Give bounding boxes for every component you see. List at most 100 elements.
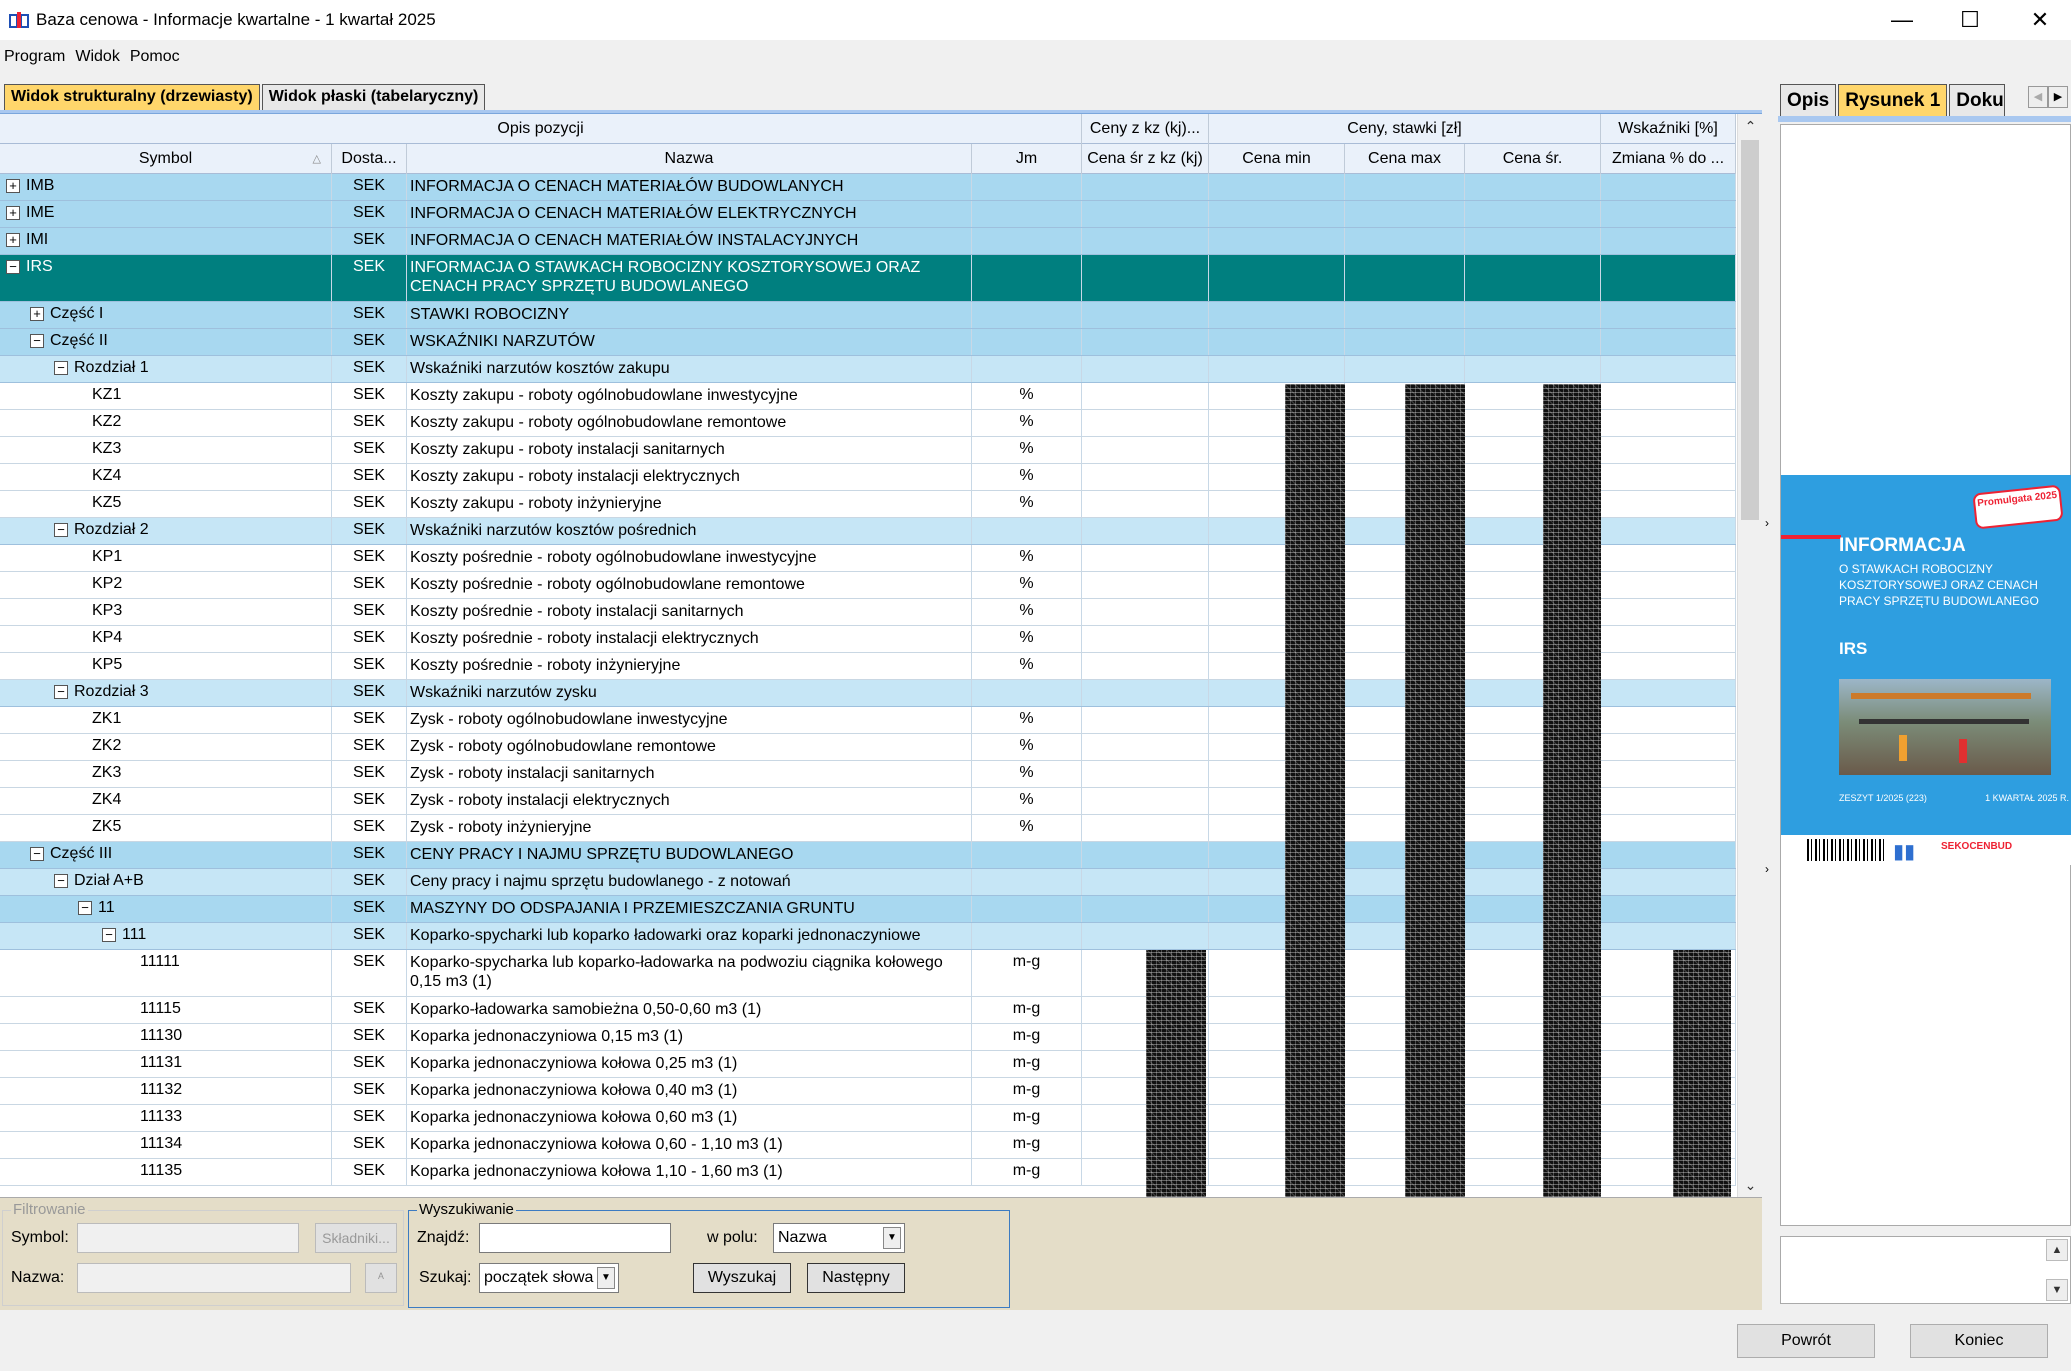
expand-icon[interactable]: + [6,206,20,220]
search-mode-select[interactable]: początek słowa ▼ [479,1263,619,1293]
tree-group-row[interactable]: + IME SEK INFORMACJA O CENACH MATERIAŁÓW EL… [0,201,1736,228]
filter-symbol-input[interactable] [77,1223,299,1253]
filter-name-input[interactable] [77,1263,351,1293]
row-supplier: SEK [332,599,407,625]
column-price-avg[interactable]: Cena śr. [1465,144,1601,174]
tab-scroll-left-icon[interactable]: ◀ [2028,86,2048,108]
tree-group-row[interactable]: + IMB SEK INFORMACJA O CENACH MATERIAŁÓW BU… [0,174,1736,201]
search-button[interactable]: Wyszukaj [693,1263,791,1293]
menu-widok[interactable]: Widok [71,46,125,74]
back-button[interactable]: Powrót [1737,1324,1875,1358]
table-row[interactable]: 11115 SEK Koparko-ładowarka samobieżna 0,5… [0,997,1736,1024]
components-button[interactable]: Składniki... [315,1223,397,1253]
collapse-icon[interactable]: − [30,847,44,861]
tree-group-row[interactable]: −111 SEK Koparko-spycharki lub koparko ład… [0,923,1736,950]
table-row[interactable]: ZK2 SEK Zysk - roboty ogólnobudowlane remo… [0,734,1736,761]
collapse-icon[interactable]: − [54,874,68,888]
column-supplier[interactable]: Dosta... [332,144,407,174]
tree-group-row[interactable]: − Część II SEK WSKAŹNIKI NARZUTÓW [0,329,1736,356]
tab-flat-view[interactable]: Widok płaski (tabelaryczny) [261,84,486,111]
scroll-down-arrow-icon[interactable]: ▼ [2046,1279,2068,1301]
price-cell [1465,201,1601,227]
collapse-icon[interactable]: − [54,523,68,537]
grid-vertical-scrollbar[interactable]: ⌃ ⌄ [1737,114,1762,1197]
tree-group-row[interactable]: − Część III SEK CENY PRACY I NAJMU SPRZĘTU … [0,842,1736,869]
maximize-button[interactable]: ☐ [1940,0,2000,40]
table-row[interactable]: KZ2 SEK Koszty zakupu - roboty ogólnobudow… [0,410,1736,437]
table-row[interactable]: ZK4 SEK Zysk - roboty instalacji elektrycz… [0,788,1736,815]
collapse-icon[interactable]: − [54,361,68,375]
collapse-icon[interactable]: − [54,685,68,699]
tree-group-row[interactable]: −11 SEK MASZYNY DO ODSPAJANIA I PRZEMIESZC… [0,896,1736,923]
expand-icon[interactable]: + [30,307,44,321]
table-row[interactable]: KZ4 SEK Koszty zakupu - roboty instalacji … [0,464,1736,491]
tree-group-row[interactable]: + Część I SEK STAWKI ROBOCIZNY [0,302,1736,329]
table-row[interactable]: KZ5 SEK Koszty zakupu - roboty inżynieryjn… [0,491,1736,518]
table-row[interactable]: 11135 SEK Koparka jednonaczyniowa kołowa 1… [0,1159,1736,1186]
table-row[interactable]: KP4 SEK Koszty pośrednie - roboty instalac… [0,626,1736,653]
table-row[interactable]: KP3 SEK Koszty pośrednie - roboty instalac… [0,599,1736,626]
column-price-max[interactable]: Cena max [1345,144,1465,174]
table-row[interactable]: ZK5 SEK Zysk - roboty inżynieryjne% [0,815,1736,842]
scroll-up-arrow-icon[interactable]: ▲ [2046,1239,2068,1261]
table-row[interactable]: 11111 SEK Koparko-spycharka lub koparko-ła… [0,950,1736,997]
table-row[interactable]: 11132 SEK Koparka jednonaczyniowa kołowa 0… [0,1078,1736,1105]
table-row[interactable]: ZK1 SEK Zysk - roboty ogólnobudowlane inwe… [0,707,1736,734]
collapse-icon[interactable]: − [78,901,92,915]
table-row[interactable]: KZ1 SEK Koszty zakupu - roboty ogólnobudow… [0,383,1736,410]
column-symbol[interactable]: Symbol △ [0,144,332,174]
tab-structural-view[interactable]: Widok strukturalny (drzewiasty) [4,84,260,111]
tab-dokument[interactable]: Doku [1949,84,2006,116]
tree-group-row[interactable]: + IMI SEK INFORMACJA O CENACH MATERIAŁÓW IN… [0,228,1736,255]
masked-values-avg-kz [1146,950,1206,1197]
tree-group-row[interactable]: − Rozdział 1 SEK Wskaźniki narzutów kosztów… [0,356,1736,383]
table-row[interactable]: 11130 SEK Koparka jednonaczyniowa 0,15 m3 … [0,1024,1736,1051]
symbol-cell: 11132 [0,1078,332,1104]
collapse-right-icon[interactable]: › [1765,862,1769,876]
tab-opis[interactable]: Opis [1780,84,1837,116]
table-row[interactable]: 11133 SEK Koparka jednonaczyniowa kołowa 0… [0,1105,1736,1132]
table-row[interactable]: 11134 SEK Koparka jednonaczyniowa kołowa 0… [0,1132,1736,1159]
table-row[interactable]: KZ3 SEK Koszty zakupu - roboty instalacji … [0,437,1736,464]
panel-splitter[interactable]: › › [1762,84,1778,1310]
price-cell [1465,228,1601,254]
table-row[interactable]: KP1 SEK Koszty pośrednie - roboty ogólnobu… [0,545,1736,572]
column-price-min[interactable]: Cena min [1209,144,1345,174]
tab-scroll-right-icon[interactable]: ▶ [2048,86,2068,108]
collapse-icon[interactable]: − [102,928,116,942]
collapse-right-icon[interactable]: › [1765,516,1769,530]
column-change-percent[interactable]: Zmiana % do ... [1601,144,1736,174]
scroll-thumb[interactable] [1741,140,1759,520]
tree-group-row[interactable]: − IRS SEK INFORMACJA O STAWKACH ROBOCIZNY K… [0,255,1736,302]
column-unit[interactable]: Jm [972,144,1082,174]
minimize-button[interactable]: — [1872,0,1932,40]
scroll-up-arrow-icon[interactable]: ⌃ [1738,114,1762,138]
expand-icon[interactable]: + [6,179,20,193]
end-button[interactable]: Koniec [1910,1324,2048,1358]
column-name[interactable]: Nazwa [407,144,972,174]
clear-filter-icon[interactable]: ᴬ [365,1263,397,1293]
table-row[interactable]: 11131 SEK Koparka jednonaczyniowa kołowa 0… [0,1051,1736,1078]
row-name: Koparko-ładowarka samobieżna 0,50-0,60 m… [407,997,972,1023]
search-find-input[interactable] [479,1223,671,1253]
tree-group-row[interactable]: − Rozdział 2 SEK Wskaźniki narzutów kosztów… [0,518,1736,545]
search-field-select[interactable]: Nazwa ▼ [773,1223,905,1253]
collapse-icon[interactable]: − [30,334,44,348]
expand-icon[interactable]: + [6,233,20,247]
tree-group-row[interactable]: − Dział A+B SEK Ceny pracy i najmu sprzętu … [0,869,1736,896]
column-avg-price-kz[interactable]: Cena śr z kz (kj) [1082,144,1209,174]
menu-pomoc[interactable]: Pomoc [126,46,186,74]
tab-rysunek-1[interactable]: Rysunek 1 [1838,84,1948,116]
collapse-icon[interactable]: − [6,260,20,274]
tree-group-row[interactable]: − Rozdział 3 SEK Wskaźniki narzutów zysku [0,680,1736,707]
close-button[interactable]: ✕ [2010,0,2070,40]
scroll-down-arrow-icon[interactable]: ⌄ [1738,1173,1762,1197]
row-name: Koszty pośrednie - roboty instalacji ele… [407,626,972,652]
menu-program[interactable]: Program [0,46,71,74]
table-row[interactable]: KP5 SEK Koszty pośrednie - roboty inżynier… [0,653,1736,680]
table-row[interactable]: ZK3 SEK Zysk - roboty instalacji sanitarny… [0,761,1736,788]
table-row[interactable]: KP2 SEK Koszty pośrednie - roboty ogólnobu… [0,572,1736,599]
price-cell [1601,815,1736,841]
next-button[interactable]: Następny [807,1263,905,1293]
description-box[interactable]: ▲ ▼ [1780,1236,2071,1304]
